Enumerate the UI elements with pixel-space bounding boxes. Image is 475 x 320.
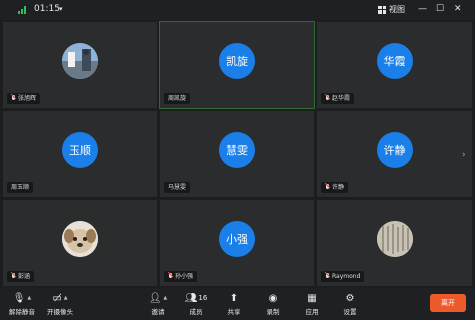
name-tag: 赵华霞 xyxy=(321,93,355,104)
avatar: 玉顺 xyxy=(62,131,98,168)
avatar: 小强 xyxy=(219,220,255,257)
avatar: 华霞 xyxy=(376,42,413,79)
share-screen-icon: ⬆︎ xyxy=(229,292,239,304)
participant-tile[interactable]: 小强 孙小强 xyxy=(159,199,315,287)
members-button[interactable]: 👥︎ 16 成员 xyxy=(176,291,216,317)
camera-off-icon: ▭̸ xyxy=(52,292,62,304)
avatar xyxy=(62,220,98,257)
participant-tile[interactable]: 华霞 赵华霞 xyxy=(316,21,473,109)
record-icon: ◉ xyxy=(268,292,278,304)
mic-muted-icon xyxy=(11,95,16,102)
name-tag: 许静 xyxy=(321,182,349,193)
avatar: 慧雯 xyxy=(219,131,255,168)
chevron-up-icon[interactable]: ▲ xyxy=(27,295,31,301)
add-user-icon: 👤︎ xyxy=(148,292,162,304)
grid-icon xyxy=(378,5,386,14)
close-icon[interactable]: ✕ xyxy=(454,4,462,14)
leave-button[interactable]: 离开 xyxy=(430,294,466,312)
chevron-up-icon[interactable]: ▲ xyxy=(163,295,167,301)
mic-muted-icon xyxy=(11,273,16,280)
name-tag: 周凯旋 xyxy=(164,93,191,104)
signal-icon[interactable] xyxy=(18,6,26,14)
unmute-button[interactable]: 🎙︎ ▲ 解除静音 xyxy=(2,291,42,317)
mic-muted-icon xyxy=(325,95,330,102)
invite-button[interactable]: 👤︎ ▲ 邀请 xyxy=(138,291,178,317)
top-bar: 01:15 ▾ 视图 — ☐ ✕ xyxy=(0,0,475,20)
settings-button[interactable]: ⚙ 设置 xyxy=(330,291,370,317)
mic-muted-icon xyxy=(325,273,330,280)
maximize-icon[interactable]: ☐ xyxy=(436,4,444,14)
gear-icon: ⚙ xyxy=(345,292,355,304)
chevron-up-icon[interactable]: ▲ xyxy=(64,295,68,301)
name-tag: 马慧雯 xyxy=(164,182,191,193)
meeting-timer: 01:15 xyxy=(34,4,60,14)
name-tag: 周玉顺 xyxy=(7,182,34,193)
next-page-icon[interactable]: › xyxy=(462,150,466,160)
mic-muted-icon xyxy=(168,273,173,280)
participant-tile[interactable]: 慧雯 马慧雯 xyxy=(159,110,315,198)
avatar: 凯旋 xyxy=(219,42,255,79)
members-icon: 👥︎ xyxy=(184,292,198,304)
camera-button[interactable]: ▭̸ ▲ 开摄像头 xyxy=(40,291,80,317)
participant-tile[interactable]: 凯旋 周凯旋 xyxy=(159,21,315,109)
chevron-down-icon[interactable]: ▾ xyxy=(59,5,63,13)
apps-button[interactable]: ▦ 应用 xyxy=(292,291,332,317)
participant-tile[interactable]: 玉顺 周玉顺 xyxy=(2,110,158,198)
apps-grid-icon: ▦ xyxy=(307,292,317,304)
name-tag: Raymond xyxy=(321,271,365,282)
members-count: 16 xyxy=(198,294,208,302)
bottom-toolbar: 🎙︎ ▲ 解除静音 ▭̸ ▲ 开摄像头 👤︎ ▲ 邀请 👥︎ 16 成员 ⬆︎ 共享 ◉… xyxy=(0,288,475,320)
participant-tile[interactable]: Raymond xyxy=(316,199,473,287)
record-button[interactable]: ◉ 录制 xyxy=(253,291,293,317)
avatar xyxy=(62,42,98,79)
name-tag: 张旭辉 xyxy=(7,93,41,104)
view-label: 视图 xyxy=(389,5,405,14)
minimize-icon[interactable]: — xyxy=(418,4,427,14)
avatar xyxy=(376,220,413,257)
avatar: 许静 xyxy=(376,131,413,168)
participant-tile[interactable]: 彭涵 xyxy=(2,199,158,287)
share-button[interactable]: ⬆︎ 共享 xyxy=(214,291,254,317)
name-tag: 彭涵 xyxy=(7,271,35,282)
mic-muted-icon: 🎙︎ xyxy=(12,292,26,304)
view-button[interactable]: 视图 xyxy=(378,4,405,15)
mic-muted-icon xyxy=(325,184,330,191)
participant-tile[interactable]: 许静 许静 xyxy=(316,110,473,198)
name-tag: 孙小强 xyxy=(164,271,198,282)
participant-tile[interactable]: 张旭辉 xyxy=(2,21,158,109)
